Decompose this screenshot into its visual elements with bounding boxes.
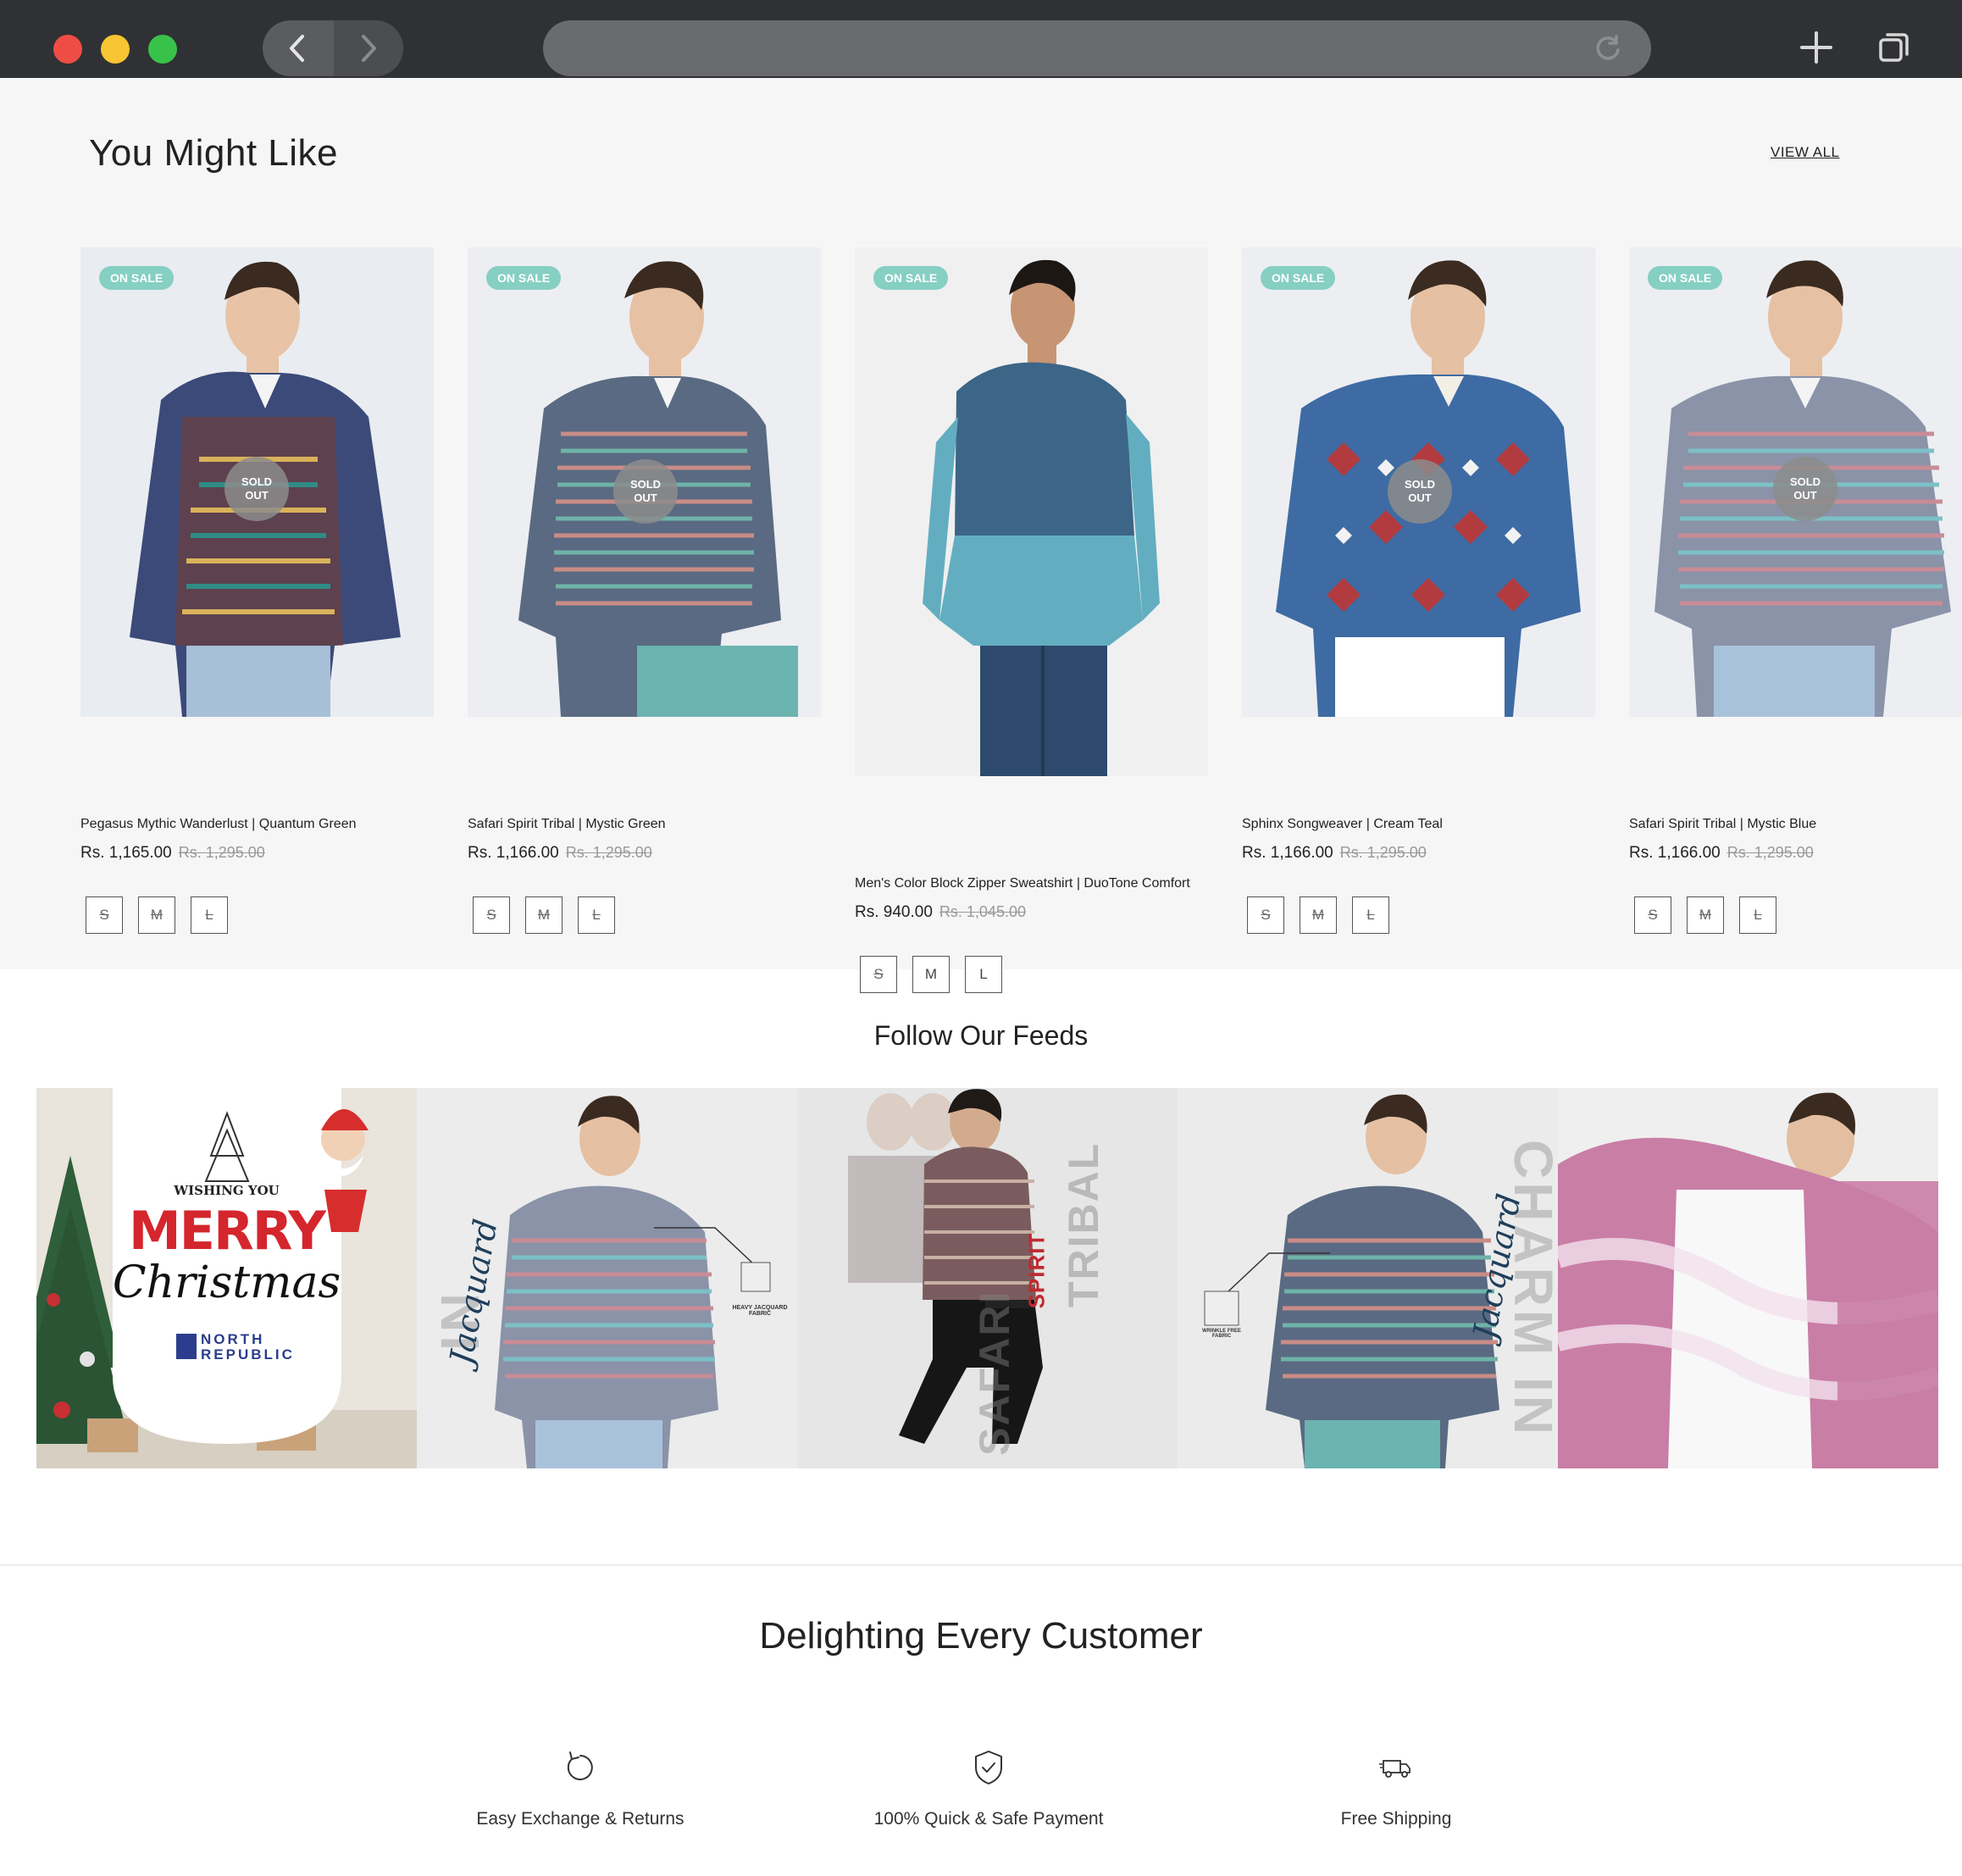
merry-text: MERRY	[128, 1200, 326, 1262]
christmas-text: Christmas	[112, 1257, 341, 1308]
close-window-button[interactable]	[53, 35, 82, 64]
sold-out-badge: SOLD OUT	[613, 459, 678, 524]
size-option-l[interactable]: L	[1739, 896, 1776, 934]
size-option-m[interactable]: M	[912, 956, 950, 993]
section-divider	[0, 1564, 1962, 1566]
shield-check-icon	[975, 1751, 1002, 1784]
on-sale-badge: ON SALE	[1261, 266, 1336, 290]
feed-post-tiedye[interactable]	[1558, 1088, 1938, 1468]
size-option-m[interactable]: M	[1687, 896, 1724, 934]
product-price: Rs. 1,166.00 Rs. 1,295.00	[468, 844, 652, 862]
size-option-l[interactable]: L	[191, 896, 228, 934]
product-price: Rs. 1,165.00 Rs. 1,295.00	[80, 844, 265, 862]
fabric-callout: WRINKLE FREE FABRIC	[1202, 1329, 1241, 1339]
chevron-left-icon	[290, 35, 304, 62]
product-name[interactable]: Sphinx Songweaver | Cream Teal	[1242, 817, 1443, 832]
size-option-l[interactable]: L	[1352, 896, 1389, 934]
brand-logo-icon	[176, 1334, 197, 1359]
size-options: S M L	[1634, 896, 1776, 934]
feed-post-safari[interactable]: TRIBAL SPIRIT SAFARI	[797, 1088, 1178, 1468]
size-option-l[interactable]: L	[578, 896, 615, 934]
feeds-title: Follow Our Feeds	[873, 1020, 1089, 1051]
product-card[interactable]: ON SALE SOLD OUT Safari Spirit Tribal | …	[1629, 247, 1962, 959]
on-sale-badge: ON SALE	[1648, 266, 1723, 290]
feed-post-elegance[interactable]: ELEGANCE IN Jacquard HEAVY JACQUARD FABR…	[417, 1088, 797, 1468]
product-name[interactable]: Safari Spirit Tribal | Mystic Blue	[1629, 817, 1816, 832]
sold-out-badge: SOLD OUT	[224, 457, 289, 521]
back-button[interactable]	[263, 20, 332, 76]
greeting-line: WISHING YOU	[174, 1183, 280, 1198]
product-name[interactable]: Men's Color Block Zipper Sweatshirt | Du…	[855, 876, 1190, 891]
product-price: Rs. 1,166.00 Rs. 1,295.00	[1242, 844, 1427, 862]
sold-out-badge: SOLD OUT	[1773, 457, 1837, 521]
feature-payment: 100% Quick & Safe Payment	[811, 1749, 1167, 1829]
safari-text: SAFARI	[971, 1290, 1018, 1456]
nav-buttons	[263, 20, 403, 76]
spirit-text: SPIRIT	[1023, 1232, 1050, 1309]
product-image[interactable]: ON SALE SOLD OUT	[1242, 247, 1595, 717]
size-options: S M L	[860, 956, 1002, 993]
address-bar[interactable]	[543, 20, 1651, 76]
product-image[interactable]: ON SALE SOLD OUT	[80, 247, 434, 717]
feature-label: Easy Exchange & Returns	[476, 1809, 684, 1829]
sold-out-badge: SOLD OUT	[1388, 459, 1452, 524]
product-image[interactable]: ON SALE SOLD OUT	[1629, 247, 1962, 717]
size-option-s[interactable]: S	[473, 896, 510, 934]
tiedye-post-art	[1558, 1088, 1938, 1468]
brand-name: NORTH REPUBLIC	[201, 1331, 295, 1363]
on-sale-badge: ON SALE	[486, 266, 562, 290]
on-sale-badge: ON SALE	[99, 266, 175, 290]
feature-label: 100% Quick & Safe Payment	[873, 1809, 1104, 1829]
truck-icon	[1379, 1760, 1411, 1778]
size-option-s[interactable]: S	[1634, 896, 1671, 934]
tabs-overview-icon[interactable]	[1877, 31, 1911, 64]
size-option-m[interactable]: M	[138, 896, 175, 934]
feed-post-charm[interactable]: CHARM IN Jacquard WRINKLE FREE FABRIC	[1178, 1088, 1558, 1468]
size-options: S M L	[86, 896, 228, 934]
feature-exchange: Easy Exchange & Returns	[402, 1749, 758, 1829]
size-option-l[interactable]: L	[965, 956, 1002, 993]
size-option-m[interactable]: M	[525, 896, 563, 934]
tribal-text: TRIBAL	[1060, 1141, 1107, 1307]
minimize-window-button[interactable]	[101, 35, 130, 64]
product-name[interactable]: Safari Spirit Tribal | Mystic Green	[468, 817, 666, 832]
delight-title: Delighting Every Customer	[759, 1615, 1203, 1657]
feature-label: Free Shipping	[1340, 1809, 1452, 1829]
chevron-right-icon	[362, 35, 376, 62]
recommendations-section: You Might Like VIEW ALL ON SALE SOLD OUT	[0, 78, 1962, 993]
product-price: Rs. 1,166.00 Rs. 1,295.00	[1629, 844, 1814, 862]
size-options: S M L	[473, 896, 615, 934]
size-option-m[interactable]: M	[1300, 896, 1337, 934]
view-all-link[interactable]: VIEW ALL	[1771, 144, 1839, 161]
fabric-callout: HEAVY JACQUARD FABRIC	[732, 1305, 788, 1317]
reload-icon[interactable]	[1593, 34, 1622, 63]
browser-chrome	[0, 0, 1962, 78]
exchange-icon	[567, 1751, 593, 1780]
product-image[interactable]: ON SALE	[855, 247, 1208, 776]
size-option-s[interactable]: S	[1247, 896, 1284, 934]
section-title: You Might Like	[89, 132, 339, 174]
on-sale-badge: ON SALE	[873, 266, 949, 290]
feature-shipping: Free Shipping	[1218, 1749, 1574, 1829]
product-image[interactable]: ON SALE SOLD OUT	[468, 247, 821, 717]
size-option-s[interactable]: S	[86, 896, 123, 934]
product-name[interactable]: Pegasus Mythic Wanderlust | Quantum Gree…	[80, 817, 356, 832]
forward-button[interactable]	[334, 20, 403, 76]
size-option-s[interactable]: S	[860, 956, 897, 993]
maximize-window-button[interactable]	[148, 35, 177, 64]
product-price: Rs. 940.00 Rs. 1,045.00	[855, 903, 1026, 921]
feed-post-christmas[interactable]: WISHING YOU MERRY Christmas NORTH REPUBL…	[36, 1088, 417, 1468]
plus-icon[interactable]	[1799, 31, 1833, 64]
size-options: S M L	[1247, 896, 1389, 934]
model-illustration	[855, 247, 1208, 776]
